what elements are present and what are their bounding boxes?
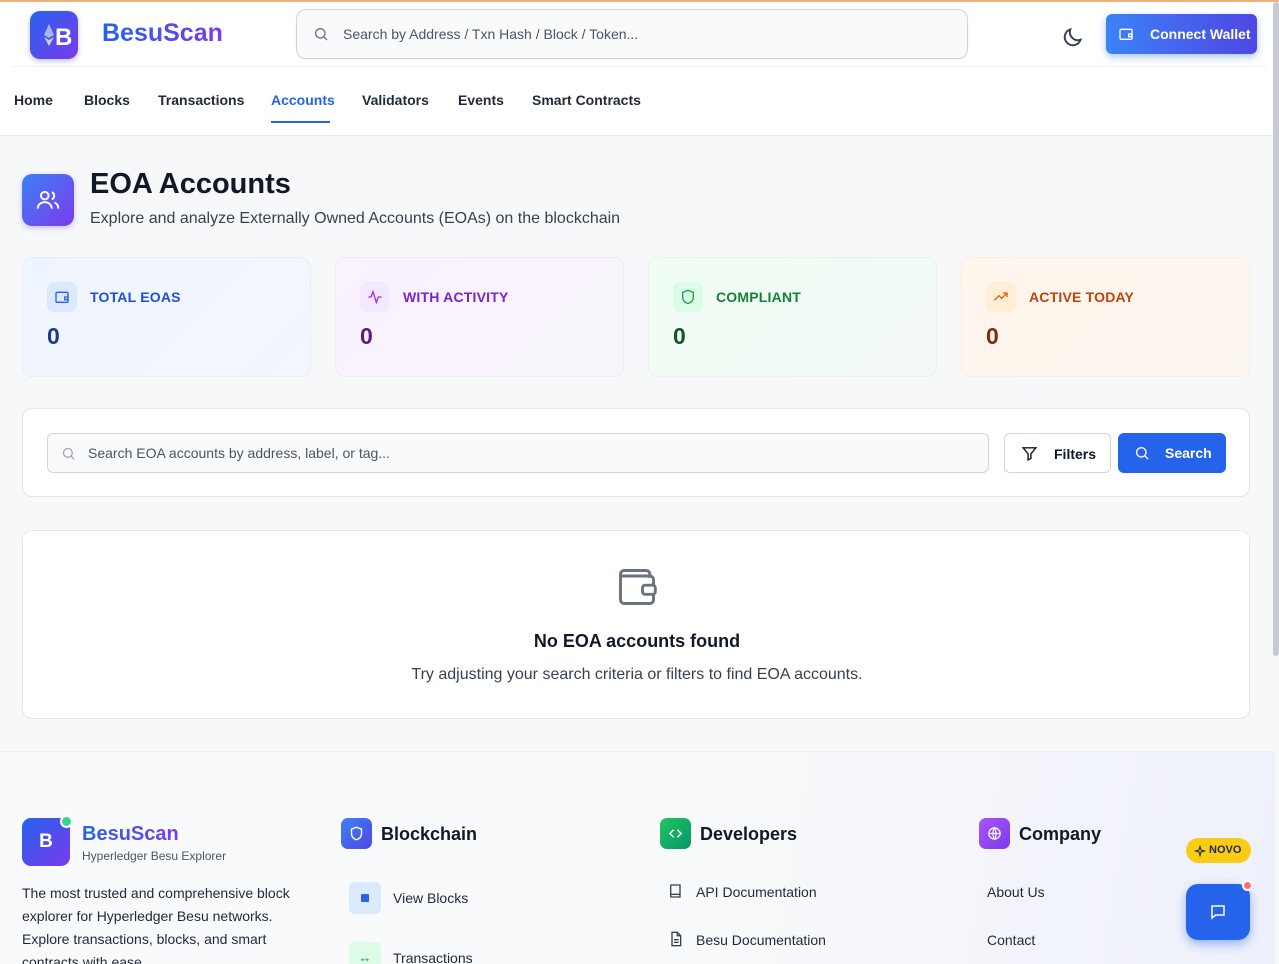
blockchain-column-icon	[341, 818, 372, 849]
stat-value: 0	[47, 323, 60, 349]
novo-badge[interactable]: NOVO	[1186, 838, 1251, 863]
book-icon	[670, 884, 681, 898]
stat-value: 0	[360, 323, 373, 349]
stat-icon-box	[986, 282, 1016, 312]
search-icon	[1136, 447, 1149, 460]
footer-link-view-blocks[interactable]: View Blocks	[393, 890, 468, 906]
eoa-search-field[interactable]	[47, 433, 989, 473]
filters-button[interactable]: Filters	[1004, 433, 1111, 473]
status-dot	[60, 815, 73, 828]
novo-label: NOVO	[1209, 844, 1242, 856]
connect-wallet-button[interactable]: Connect Wallet	[1106, 14, 1257, 54]
stat-icon-box	[360, 282, 390, 312]
empty-state-card: No EOA accounts found Try adjusting your…	[22, 530, 1250, 719]
brand-name[interactable]: BesuScan	[102, 19, 223, 48]
chat-icon	[1211, 905, 1225, 920]
header-divider	[12, 66, 1267, 67]
search-icon	[315, 28, 328, 41]
nav-events[interactable]: Events	[458, 92, 504, 108]
stat-label: WITH ACTIVITY	[403, 289, 509, 305]
stat-icon-box	[47, 282, 77, 312]
chat-button[interactable]	[1186, 884, 1250, 940]
page-header-icon	[22, 174, 74, 226]
footer-link-about[interactable]: About Us	[987, 884, 1045, 900]
page-subtitle: Explore and analyze Externally Owned Acc…	[90, 210, 621, 227]
global-search[interactable]	[296, 9, 968, 59]
stat-card-active-today: ACTIVE TODAY 0	[961, 257, 1250, 377]
page-title: EOA Accounts	[90, 168, 291, 200]
filter-icon	[1021, 447, 1038, 462]
theme-toggle-button[interactable]	[1060, 24, 1086, 50]
stat-value: 0	[986, 323, 999, 349]
globe-icon	[988, 827, 1001, 840]
scrollbar[interactable]	[1273, 2, 1279, 656]
footer-developers-title: Developers	[700, 824, 798, 844]
ethereum-logo-icon: B	[44, 24, 72, 51]
search-label: Search	[1165, 445, 1212, 461]
stat-label: TOTAL EOAS	[90, 289, 181, 305]
footer-brand[interactable]: BesuScan	[82, 823, 179, 846]
active-tab-indicator	[271, 121, 330, 123]
site-footer: B BesuScan Hyperledger Besu Explorer The…	[0, 751, 1275, 964]
moon-icon	[1063, 27, 1083, 47]
company-column-icon	[979, 818, 1010, 849]
stat-value: 0	[673, 323, 686, 349]
footer-link-transactions[interactable]: Transactions	[393, 950, 473, 964]
stat-card-with-activity: WITH ACTIVITY 0	[335, 257, 624, 377]
connect-wallet-label: Connect Wallet	[1150, 26, 1251, 42]
svg-text:B: B	[55, 24, 72, 51]
blocks-icon	[349, 882, 381, 914]
shield-icon	[350, 826, 363, 841]
filters-label: Filters	[1054, 446, 1097, 462]
stat-label: COMPLIANT	[716, 289, 802, 305]
footer-link-contact[interactable]: Contact	[987, 932, 1035, 948]
footer-description: The most trusted and comprehensive block…	[22, 885, 290, 964]
global-search-input[interactable]	[343, 10, 943, 58]
stat-label: ACTIVE TODAY	[1029, 289, 1135, 305]
footer-company-title: Company	[1019, 824, 1102, 844]
logo[interactable]: B	[30, 11, 78, 59]
nav-blocks[interactable]: Blocks	[84, 92, 130, 108]
footer-blockchain-title: Blockchain	[381, 824, 478, 844]
nav-transactions[interactable]: Transactions	[158, 92, 244, 108]
trending-up-icon	[993, 292, 1008, 301]
stat-card-compliant: COMPLIANT 0	[648, 257, 937, 377]
nav-accounts[interactable]: Accounts	[271, 92, 335, 108]
account-search-card: Filters Search	[22, 408, 1250, 497]
shield-icon	[682, 289, 694, 305]
wallet-icon	[1119, 28, 1133, 40]
nav-validators[interactable]: Validators	[362, 92, 429, 108]
activity-icon	[368, 289, 382, 305]
developers-column-icon	[660, 818, 691, 849]
empty-state-message: Try adjusting your search criteria or fi…	[411, 666, 863, 683]
users-icon	[36, 190, 60, 209]
footer-link-api-docs[interactable]: API Documentation	[696, 884, 817, 900]
stat-card-total-eoas: TOTAL EOAS 0	[22, 257, 311, 377]
transactions-icon: ↔	[349, 942, 381, 964]
wallet-icon	[55, 291, 69, 303]
nav-home[interactable]: Home	[14, 92, 53, 108]
sparkle-icon	[1194, 845, 1206, 857]
site-header: B BesuScan Connect Wallet Home Blocks Tr…	[0, 2, 1275, 136]
stat-icon-box	[673, 282, 703, 312]
code-icon	[668, 829, 683, 838]
eoa-search-input[interactable]	[88, 434, 968, 472]
empty-state-title: No EOA accounts found	[533, 631, 741, 651]
footer-link-besu-docs[interactable]: Besu Documentation	[696, 932, 826, 948]
document-icon	[671, 931, 682, 947]
search-icon	[62, 447, 75, 460]
nav-smart-contracts[interactable]: Smart Contracts	[532, 92, 641, 108]
wallet-icon	[619, 569, 657, 605]
notification-dot	[1242, 880, 1253, 891]
footer-tagline: Hyperledger Besu Explorer	[82, 849, 227, 863]
search-button[interactable]: Search	[1118, 433, 1226, 473]
